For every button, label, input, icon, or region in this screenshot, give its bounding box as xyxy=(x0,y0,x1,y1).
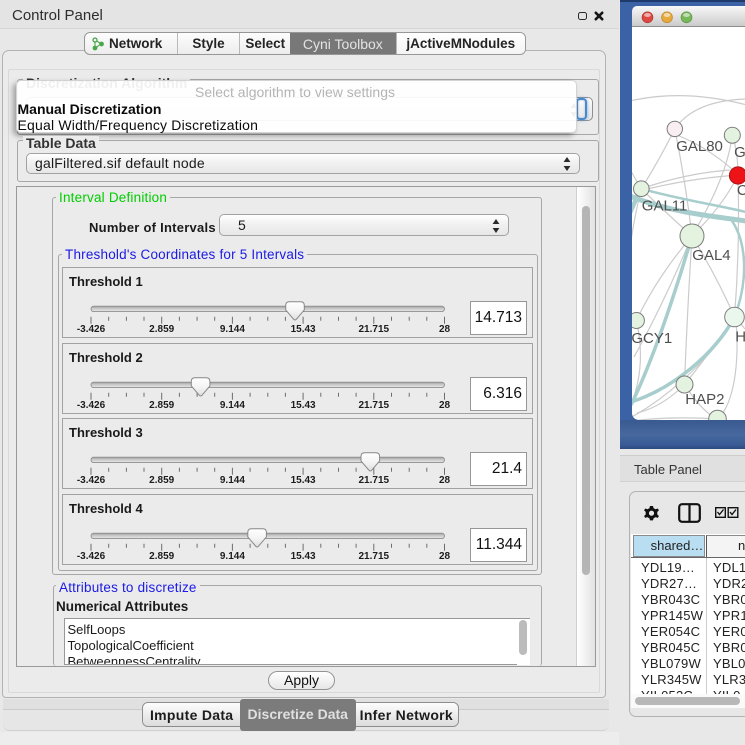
svg-text:GA: GA xyxy=(734,144,745,161)
svg-text:GAL11: GAL11 xyxy=(642,198,688,215)
svg-text:GAL80: GAL80 xyxy=(676,138,723,155)
svg-text:HAP2: HAP2 xyxy=(685,391,724,408)
svg-text:GCY1: GCY1 xyxy=(632,330,672,347)
svg-text:GAL4: GAL4 xyxy=(692,247,730,264)
svg-text:H: H xyxy=(735,329,745,346)
svg-text:C: C xyxy=(737,182,745,199)
